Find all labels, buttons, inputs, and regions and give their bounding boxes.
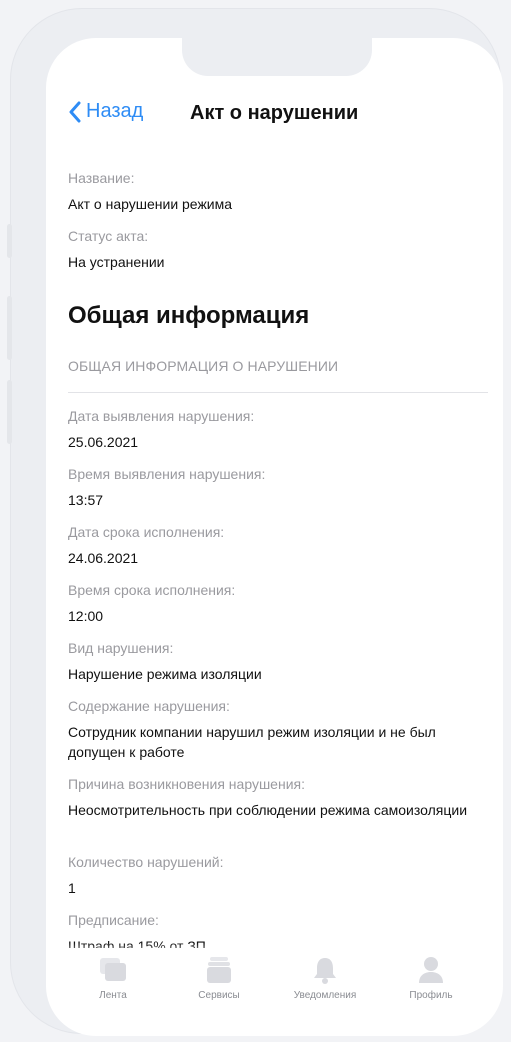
section-title: Общая информация — [68, 302, 310, 329]
tab-notifications-label: Уведомления — [293, 990, 357, 1001]
detection-time-value: 13:57 — [68, 492, 104, 508]
deadline-date-value: 24.06.2021 — [68, 550, 139, 566]
violation-content-label: Содержание нарушения: — [68, 698, 230, 714]
navigation-bar: Назад Акт о нарушении — [46, 96, 503, 132]
detection-date-value: 25.06.2021 — [68, 434, 139, 450]
deadline-time-label: Время срока исполнения: — [68, 582, 236, 598]
detection-time-label: Время выявления нарушения: — [68, 466, 266, 482]
back-button[interactable]: Назад — [68, 100, 143, 123]
side-button — [7, 380, 12, 444]
deadline-time-value: 12:00 — [68, 608, 104, 624]
name-label: Название: — [68, 170, 135, 186]
tab-feed-label: Лента — [99, 990, 127, 1001]
feed-icon — [100, 958, 126, 981]
violation-cause-label: Причина возникновения нарушения: — [68, 776, 305, 792]
bell-icon — [314, 958, 336, 984]
chevron-left-icon — [69, 101, 81, 122]
status-value: На устранении — [68, 254, 165, 270]
violation-count-label: Количество нарушений: — [68, 854, 224, 870]
tab-services[interactable]: Сервисы — [174, 956, 264, 1001]
violation-count-value: 1 — [68, 880, 76, 896]
notch — [182, 38, 372, 76]
violation-type-value: Нарушение режима изоляции — [68, 666, 262, 682]
page-title: Акт о нарушении — [190, 102, 359, 124]
violation-content-value: Сотрудник компании нарушил режим изоляци… — [68, 724, 436, 760]
side-button — [7, 296, 12, 360]
back-label: Назад — [86, 100, 144, 122]
services-icon — [207, 957, 231, 983]
tab-profile-label: Профиль — [409, 990, 453, 1001]
section-subtitle: ОБЩАЯ ИНФОРМАЦИЯ О НАРУШЕНИИ — [68, 358, 339, 374]
status-label: Статус акта: — [68, 228, 149, 244]
name-value: Акт о нарушении режима — [68, 196, 233, 212]
divider — [68, 392, 488, 393]
tab-profile[interactable]: Профиль — [386, 956, 476, 1001]
violation-type-label: Вид нарушения: — [68, 640, 174, 656]
tab-notifications[interactable]: Уведомления — [280, 956, 370, 1001]
tab-services-label: Сервисы — [198, 990, 240, 1001]
tab-bar: Лента Сервисы Уведомления Профиль — [46, 956, 503, 1026]
violation-cause-value: Неосмотрительность при соблюдении режима… — [68, 802, 468, 818]
side-button — [7, 224, 12, 258]
deadline-date-label: Дата срока исполнения: — [68, 524, 225, 540]
phone-frame: Назад Акт о нарушении Название: Акт о на… — [10, 8, 503, 1036]
profile-icon — [419, 957, 443, 983]
content-scroll[interactable]: Назад Акт о нарушении Название: Акт о на… — [46, 38, 503, 948]
tab-feed[interactable]: Лента — [68, 956, 158, 1001]
screen: Назад Акт о нарушении Название: Акт о на… — [46, 38, 503, 1036]
prescription-label: Предписание: — [68, 912, 159, 928]
detection-date-label: Дата выявления нарушения: — [68, 408, 255, 424]
